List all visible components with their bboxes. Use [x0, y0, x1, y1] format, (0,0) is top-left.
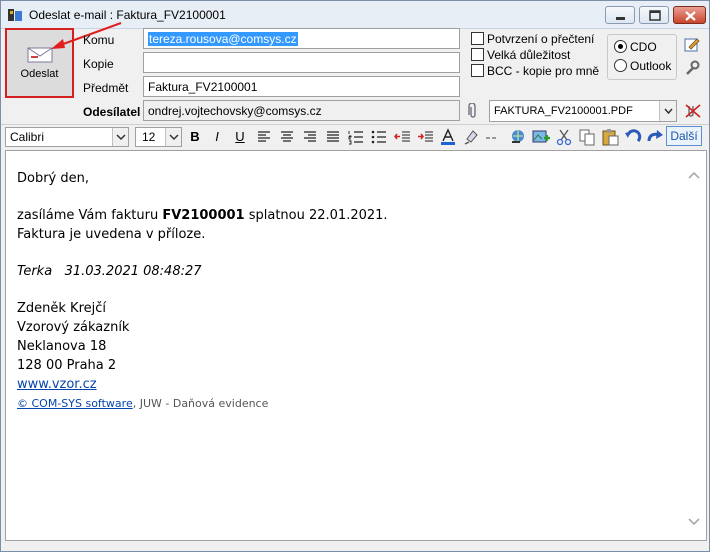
- chevron-down-icon: [165, 128, 181, 146]
- paste-icon[interactable]: [600, 127, 620, 147]
- transport-radio-group: CDO Outlook: [607, 34, 677, 80]
- font-size-value: 12: [142, 130, 156, 144]
- maximize-button[interactable]: [639, 6, 669, 24]
- high-importance-box: [471, 48, 484, 61]
- outdent-icon[interactable]: [393, 127, 413, 147]
- website-link[interactable]: www.vzor.cz: [17, 377, 97, 392]
- signature-name: Zdeněk Krejčí: [17, 301, 107, 316]
- high-importance-label: Velká důležitost: [487, 48, 571, 62]
- minimize-button[interactable]: [605, 6, 635, 24]
- signature-note: Terka 31.03.2021 08:48:27: [17, 264, 202, 279]
- cc-field[interactable]: [143, 52, 460, 73]
- outlook-radio-dot: [614, 59, 627, 72]
- sender-field[interactable]: ondrej.vojtechovsky@comsys.cz: [143, 100, 460, 121]
- bcc-copy-box: [471, 64, 484, 77]
- signature-company: Vzorový zákazník: [17, 320, 130, 335]
- send-button[interactable]: Odeslat: [5, 28, 74, 98]
- footer-link[interactable]: © COM-SYS software: [17, 397, 133, 410]
- numbered-list-icon[interactable]: [346, 127, 366, 147]
- outlook-radio[interactable]: Outlook: [614, 59, 671, 73]
- more-button[interactable]: Další: [666, 126, 702, 146]
- signature-street: Neklanova 18: [17, 339, 107, 354]
- cut-icon[interactable]: [554, 127, 574, 147]
- italic-button[interactable]: I: [207, 127, 227, 147]
- scroll-down-icon[interactable]: [688, 516, 700, 526]
- insert-link-icon[interactable]: [508, 127, 528, 147]
- footer-text: , JUW - Daňová evidence: [132, 397, 269, 410]
- copy-icon[interactable]: [577, 127, 597, 147]
- font-select[interactable]: Calibri: [5, 127, 129, 147]
- message-body-editor[interactable]: Dobrý den, zasíláme Vám fakturu FV210000…: [5, 150, 707, 541]
- align-right-icon[interactable]: [300, 127, 320, 147]
- remove-attachment-icon[interactable]: [684, 103, 702, 122]
- wrench-icon[interactable]: [684, 60, 700, 79]
- send-button-label: Odeslat: [20, 68, 59, 80]
- undo-icon[interactable]: [623, 127, 643, 147]
- subject-label: Předmět: [83, 81, 129, 95]
- underline-button[interactable]: U: [230, 127, 250, 147]
- bullet-list-icon[interactable]: [369, 127, 389, 147]
- to-label: Komu: [83, 33, 115, 47]
- font-value: Calibri: [10, 130, 45, 144]
- cc-label: Kopie: [83, 57, 114, 71]
- separator-dash-icon: [482, 127, 502, 147]
- high-importance-checkbox[interactable]: Velká důležitost: [471, 48, 570, 62]
- chevron-down-icon: [659, 101, 676, 121]
- signature-city: 128 00 Praha 2: [17, 358, 117, 373]
- close-button[interactable]: [673, 6, 706, 24]
- app-icon: [7, 7, 23, 23]
- cdo-radio-dot: [614, 40, 627, 53]
- read-receipt-label: Potvrzení o přečtení: [487, 32, 595, 46]
- edit-settings-icon[interactable]: [684, 36, 700, 55]
- redo-icon[interactable]: [645, 127, 665, 147]
- attachment-select[interactable]: FAKTURA_FV2100001.PDF: [489, 100, 677, 122]
- read-receipt-checkbox[interactable]: Potvrzení o přečtení: [471, 32, 594, 46]
- cdo-radio[interactable]: CDO: [614, 40, 657, 54]
- justify-icon[interactable]: [323, 127, 343, 147]
- chevron-down-icon: [112, 128, 128, 146]
- scroll-up-icon[interactable]: [688, 169, 700, 179]
- window-title: Odeslat e-mail : Faktura_FV2100001: [29, 8, 226, 22]
- font-color-icon[interactable]: [438, 127, 458, 147]
- read-receipt-box: [471, 32, 484, 45]
- invoice-number: FV2100001: [162, 208, 245, 223]
- sender-label: Odesílatel: [83, 105, 141, 119]
- body-line-1: zasíláme Vám fakturu FV2100001 splatnou …: [17, 208, 388, 223]
- bcc-copy-label: BCC - kopie pro mně: [487, 64, 600, 78]
- insert-image-icon[interactable]: [531, 127, 551, 147]
- indent-icon[interactable]: [416, 127, 436, 147]
- to-field-value: tereza.rousova@comsys.cz: [148, 32, 298, 46]
- align-center-icon[interactable]: [277, 127, 297, 147]
- subject-field[interactable]: Faktura_FV2100001: [143, 76, 460, 97]
- envelope-icon: [27, 47, 53, 66]
- attachment-value: FAKTURA_FV2100001.PDF: [494, 105, 633, 117]
- title-bar: Odeslat e-mail : Faktura_FV2100001: [1, 1, 709, 29]
- paperclip-icon: [467, 102, 479, 122]
- toolbar-separator: [1, 124, 709, 125]
- email-window: Odeslat e-mail : Faktura_FV2100001 Odesl…: [0, 0, 710, 552]
- message-body: Dobrý den, zasíláme Vám fakturu FV210000…: [17, 169, 667, 413]
- highlight-icon[interactable]: [461, 127, 481, 147]
- bold-button[interactable]: B: [185, 127, 205, 147]
- cdo-label: CDO: [630, 40, 657, 54]
- outlook-label: Outlook: [630, 59, 672, 73]
- body-line-2: Faktura je uvedena v příloze.: [17, 227, 206, 242]
- to-field[interactable]: tereza.rousova@comsys.cz: [143, 28, 460, 49]
- footer: © COM-SYS software, JUW - Daňová evidenc…: [17, 394, 667, 413]
- bcc-copy-checkbox[interactable]: BCC - kopie pro mně: [471, 64, 599, 78]
- align-left-icon[interactable]: [254, 127, 274, 147]
- greeting: Dobrý den,: [17, 171, 90, 186]
- font-size-select[interactable]: 12: [135, 127, 182, 147]
